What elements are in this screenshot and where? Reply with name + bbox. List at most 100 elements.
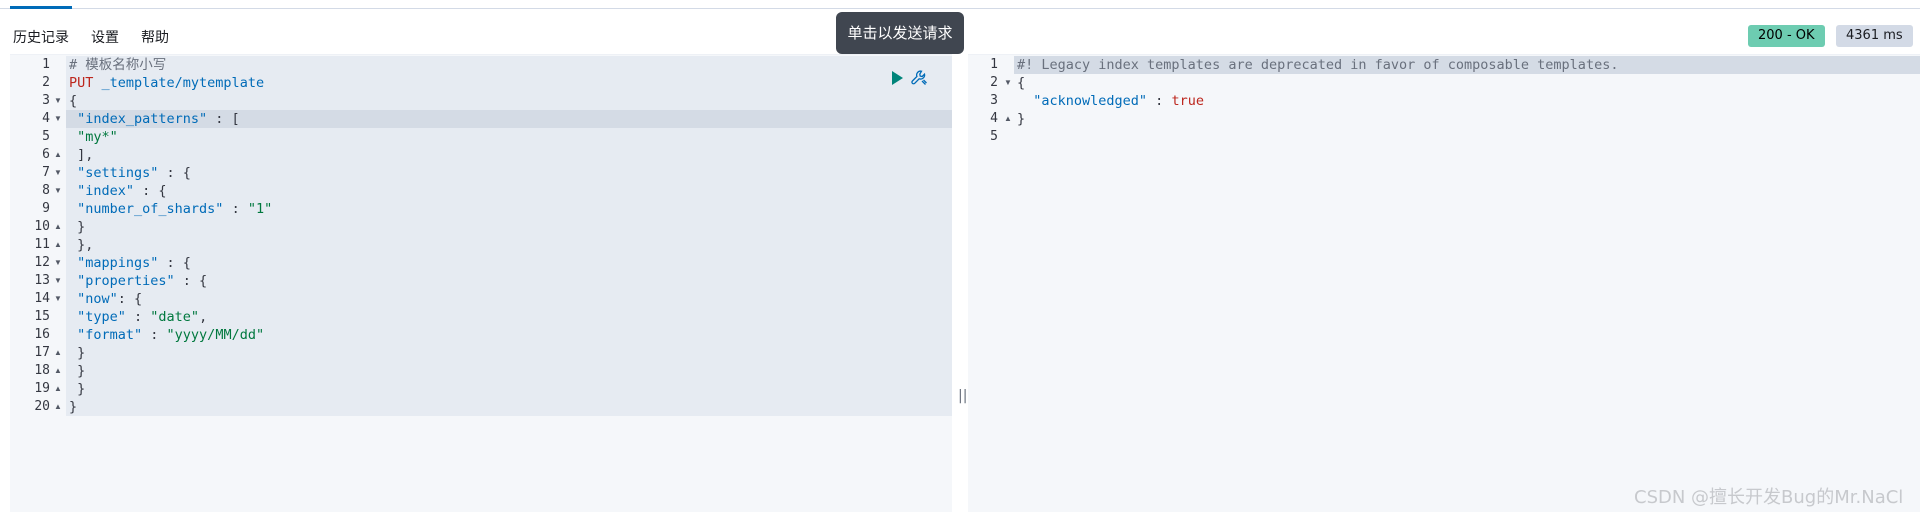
request-token: : { bbox=[158, 255, 191, 271]
request-fold-toggle[interactable]: ▼ bbox=[54, 164, 62, 182]
request-fold-toggle[interactable]: ▲ bbox=[54, 344, 62, 362]
play-icon[interactable] bbox=[889, 70, 905, 86]
request-token: "format" bbox=[69, 327, 143, 343]
request-token: _template/mytemplate bbox=[93, 75, 265, 91]
request-line-number: 6 bbox=[42, 147, 50, 162]
request-token: } bbox=[69, 345, 86, 361]
request-line-number: 19 bbox=[34, 381, 50, 396]
request-token: } bbox=[69, 219, 86, 235]
request-token: "yyyy/MM/dd" bbox=[166, 327, 265, 343]
request-fold-toggle[interactable]: ▲ bbox=[54, 380, 62, 398]
request-token: } bbox=[69, 363, 86, 379]
request-token: : { bbox=[134, 183, 167, 199]
request-fold-toggle[interactable]: ▼ bbox=[54, 272, 62, 290]
response-line-number: 1 bbox=[990, 57, 998, 72]
request-code-line: "index" : { bbox=[69, 182, 167, 200]
request-token: } bbox=[69, 381, 86, 397]
request-code-line: "my*" bbox=[69, 128, 118, 146]
response-fold-toggle[interactable]: ▲ bbox=[1004, 110, 1012, 128]
response-panel: 1 2 ▼ 3 4 ▲ 5 #! Legacy index templates are de… bbox=[968, 54, 1920, 512]
request-fold-toggle[interactable]: ▼ bbox=[54, 182, 62, 200]
request-token: PUT bbox=[69, 75, 94, 91]
request-code-line: } bbox=[69, 398, 77, 416]
response-token: "acknowledged" bbox=[1017, 93, 1148, 109]
request-line-number: 15 bbox=[34, 309, 50, 324]
request-token: "mappings" bbox=[69, 255, 159, 271]
request-line-number: 12 bbox=[34, 255, 50, 270]
active-tab-indicator bbox=[10, 6, 72, 9]
request-fold-toggle[interactable]: ▼ bbox=[54, 254, 62, 272]
request-line-number: 17 bbox=[34, 345, 50, 360]
request-fold-toggle[interactable]: ▲ bbox=[54, 362, 62, 380]
request-line-number: 11 bbox=[34, 237, 50, 252]
request-token: # 模板名称小写 bbox=[69, 57, 167, 73]
request-line-number: 16 bbox=[34, 327, 50, 342]
request-token: "index_patterns" bbox=[69, 111, 208, 127]
request-fold-toggle[interactable]: ▲ bbox=[54, 218, 62, 236]
request-fold-toggle[interactable]: ▲ bbox=[54, 236, 62, 254]
request-editor[interactable]: 1 2 3 ▼ 4 ▼ 5 6 ▲ 7 ▼ 8 ▼ 9 10 ▲ 11 ▲ 12 ▼ 13 ▼ 14 ▼ 15 16 17 ▲ 18 ▲ 1… bbox=[10, 54, 952, 512]
response-gutter: 1 2 ▼ 3 4 ▲ 5 bbox=[968, 55, 1014, 512]
request-code-line: "number_of_shards" : "1" bbox=[69, 200, 272, 218]
wrench-icon[interactable] bbox=[910, 69, 928, 87]
request-line-number: 10 bbox=[34, 219, 50, 234]
request-code-line: } bbox=[69, 362, 85, 380]
request-token: : bbox=[223, 201, 248, 217]
request-code-line: "type" : "date", bbox=[69, 308, 207, 326]
help-menu-item[interactable]: 帮助 bbox=[141, 27, 169, 47]
watermark: CSDN @擅长开发Bug的Mr.NaCl bbox=[1634, 487, 1904, 508]
request-fold-toggle[interactable]: ▼ bbox=[54, 92, 62, 110]
request-token: : { bbox=[117, 291, 143, 307]
request-line-number: 8 bbox=[42, 183, 50, 198]
request-line-number: 9 bbox=[42, 201, 50, 216]
response-line-number: 4 bbox=[990, 111, 998, 126]
response-token: : bbox=[1147, 93, 1172, 109]
request-token: "my*" bbox=[69, 129, 118, 145]
request-fold-toggle[interactable]: ▼ bbox=[54, 290, 62, 308]
request-line-number: 4 bbox=[42, 111, 50, 126]
response-token: #! Legacy index templates are deprecated… bbox=[1017, 57, 1619, 73]
settings-menu-item[interactable]: 设置 bbox=[91, 27, 119, 47]
request-code-line: "mappings" : { bbox=[69, 254, 191, 272]
request-code-line: "now": { bbox=[69, 290, 142, 308]
request-code-line: ], bbox=[69, 146, 93, 164]
pane-resize-handle[interactable]: || bbox=[958, 388, 967, 404]
request-fold-toggle[interactable]: ▼ bbox=[54, 110, 62, 128]
request-token: : bbox=[142, 327, 167, 343]
request-fold-toggle[interactable]: ▲ bbox=[54, 146, 62, 164]
request-code-line: "index_patterns" : [ bbox=[69, 110, 240, 128]
response-code-line: { bbox=[1017, 74, 1025, 92]
request-token: "properties" bbox=[69, 273, 175, 289]
request-token: { bbox=[69, 93, 78, 109]
request-token: "1" bbox=[247, 201, 273, 217]
request-line-number: 18 bbox=[34, 363, 50, 378]
response-line-number: 3 bbox=[990, 93, 998, 108]
response-line-number: 2 bbox=[990, 75, 998, 90]
request-code[interactable]: # 模板名称小写 PUT _template/mytemplate { "index… bbox=[66, 55, 952, 512]
request-line-number: 3 bbox=[42, 93, 50, 108]
request-fold-toggle[interactable]: ▲ bbox=[54, 398, 62, 416]
request-code-line: "properties" : { bbox=[69, 272, 207, 290]
request-line-number: 7 bbox=[42, 165, 50, 180]
request-token: }, bbox=[69, 237, 94, 253]
response-token: { bbox=[1017, 75, 1026, 91]
history-menu-item[interactable]: 历史记录 bbox=[13, 27, 69, 47]
request-token: , bbox=[199, 309, 208, 325]
request-line-number: 13 bbox=[34, 273, 50, 288]
request-token: : { bbox=[174, 273, 208, 289]
status-badge: 200 - OK bbox=[1748, 25, 1825, 47]
request-line-number: 1 bbox=[42, 57, 50, 72]
response-time-badge: 4361 ms bbox=[1836, 25, 1913, 47]
response-code-line: #! Legacy index templates are deprecated… bbox=[1017, 56, 1618, 74]
request-token: ], bbox=[69, 147, 94, 163]
request-token: "index" bbox=[69, 183, 135, 199]
request-code-line: } bbox=[69, 218, 85, 236]
response-line-number: 5 bbox=[990, 129, 998, 144]
request-token: "number_of_shards" bbox=[69, 201, 224, 217]
request-code-line: { bbox=[69, 92, 77, 110]
request-code-line: } bbox=[69, 380, 85, 398]
response-fold-toggle[interactable]: ▼ bbox=[1004, 74, 1012, 92]
request-code-line: "settings" : { bbox=[69, 164, 191, 182]
request-token: "date" bbox=[150, 309, 200, 325]
request-code-line: } bbox=[69, 344, 85, 362]
